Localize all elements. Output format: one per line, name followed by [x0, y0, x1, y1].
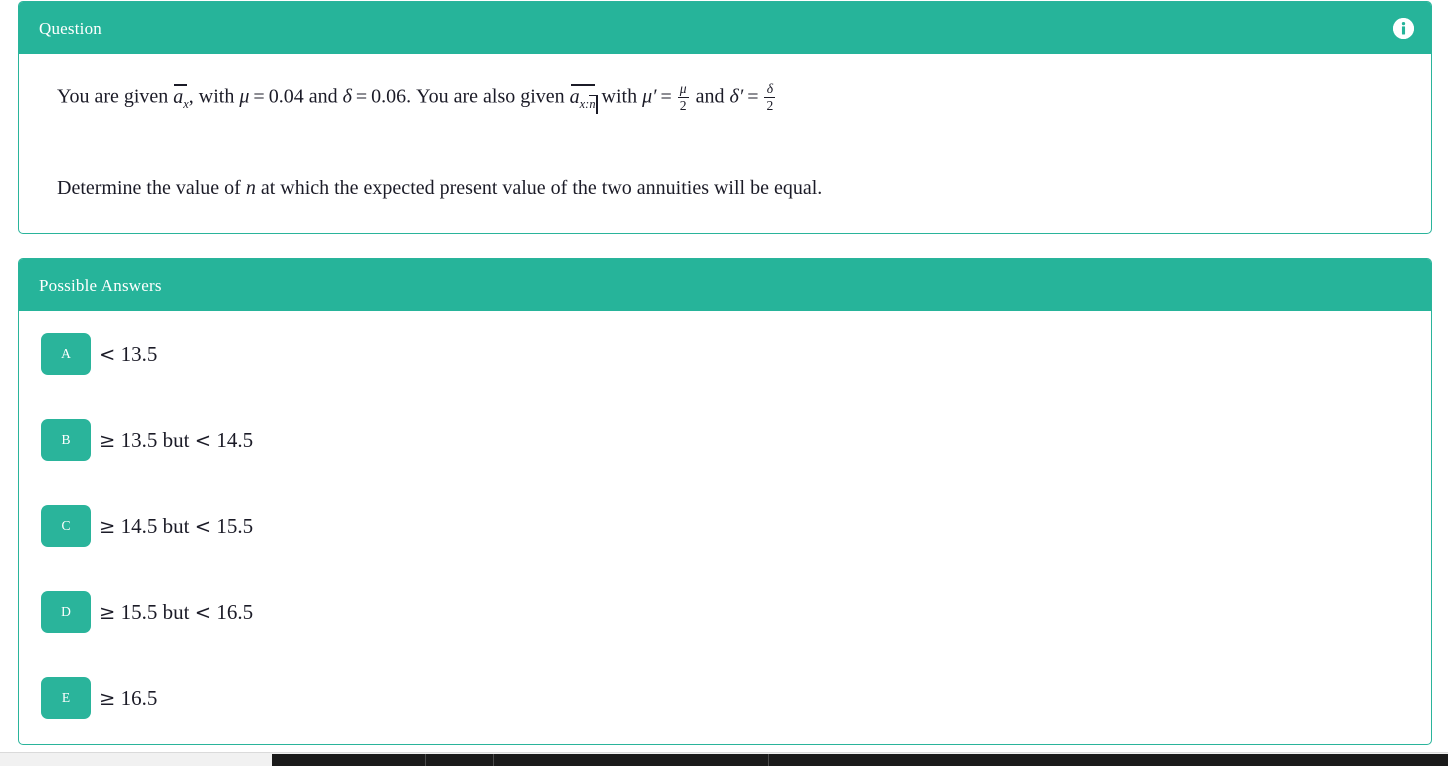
answer-conjunction-d: but	[162, 599, 190, 624]
q1-frac2-numerator: δ	[766, 81, 774, 96]
answer-badge-d[interactable]: D	[41, 591, 91, 633]
q1-delta-value: 0.06	[371, 85, 407, 108]
question-card: Question You are given ax, with μ = 0.04 a…	[18, 1, 1432, 234]
answer-option-e[interactable]: E ≥ 16.5	[19, 672, 1431, 724]
answer-value-1-c: 14.5	[120, 513, 158, 538]
answer-relation-1-b: ≥	[99, 428, 116, 452]
question-card-body: You are given ax, with μ = 0.04 and δ = 0.06…	[19, 54, 1431, 202]
q1-a-subscript: x	[183, 96, 189, 111]
q1-delta-prime-symbol: δ′	[729, 85, 744, 108]
question-line-1: You are given ax, with μ = 0.04 and δ = 0.06…	[57, 81, 1393, 114]
possible-answers-title: Possible Answers	[39, 275, 162, 295]
q1-text-4: . You are also given	[406, 85, 570, 108]
answer-value-1-d: 15.5	[120, 599, 158, 624]
q1-text-2: , with	[188, 85, 240, 108]
answer-text-d: ≥ 15.5 but < 16.5	[99, 600, 253, 625]
answer-options-list: A < 13.5 B ≥ 13.5 but < 14.5 C ≥ 14.5 but < 1…	[19, 311, 1431, 724]
q1-a2-sub-n-angle: n	[589, 94, 598, 114]
q1-mu-prime-symbol: μ′	[642, 85, 657, 108]
q1-frac1-denominator: 2	[677, 97, 689, 113]
answer-value-2-b: 14.5	[216, 427, 254, 452]
info-circle-icon[interactable]	[1393, 17, 1414, 39]
q1-fraction-mu-over-2: μ2	[677, 81, 689, 114]
q1-equals-3: =	[660, 85, 672, 108]
q1-fraction-delta-over-2: δ2	[764, 81, 776, 114]
answer-value-2-d: 16.5	[216, 599, 254, 624]
possible-answers-header: Possible Answers	[19, 259, 1431, 311]
q1-equals-1: =	[253, 85, 265, 108]
answer-relation-2-d: <	[194, 600, 212, 624]
answer-badge-e[interactable]: E	[41, 677, 91, 719]
question-card-header: Question	[19, 2, 1431, 54]
answer-text-b: ≥ 13.5 but < 14.5	[99, 428, 253, 453]
q1-mu-symbol: μ	[239, 85, 250, 108]
q1-delta-symbol: δ	[342, 85, 352, 108]
answer-option-d[interactable]: D ≥ 15.5 but < 16.5	[19, 586, 1431, 638]
q1-mu-value: 0.04	[268, 85, 304, 108]
q1-frac2-denominator: 2	[764, 97, 776, 114]
answer-relation-2-b: <	[194, 428, 212, 452]
answer-text-e: ≥ 16.5	[99, 686, 157, 711]
answer-relation-1-a: <	[99, 342, 116, 366]
q1-a2-sub-n: n	[589, 96, 596, 111]
scrollbar-seam-1	[425, 754, 426, 766]
q1-text-3: and	[303, 85, 343, 108]
horizontal-scrollbar-thumb[interactable]	[272, 754, 1448, 766]
q1-a2-symbol: a	[569, 85, 580, 108]
answer-value-2-c: 15.5	[216, 513, 254, 538]
answer-relation-1-e: ≥	[99, 686, 116, 710]
q1-a2-subscript: x: n	[580, 94, 598, 114]
answer-text-c: ≥ 14.5 but < 15.5	[99, 514, 253, 539]
answer-badge-c[interactable]: C	[41, 505, 91, 547]
possible-answers-card: Possible Answers A < 13.5 B ≥ 13.5 but < 14…	[18, 258, 1432, 745]
annuity-a-bar-x: ax	[173, 84, 189, 113]
answer-value-1-a: 13.5	[120, 341, 158, 366]
answer-text-a: < 13.5	[99, 342, 157, 367]
answer-option-a[interactable]: A < 13.5	[19, 328, 1431, 380]
q1-text-6: and	[690, 85, 730, 108]
answer-conjunction-c: but	[162, 513, 190, 538]
question-line-2: Determine the value of n at which the ex…	[57, 175, 1393, 202]
q1-text-5: with	[596, 85, 643, 108]
answer-option-c[interactable]: C ≥ 14.5 but < 15.5	[19, 500, 1431, 552]
answer-conjunction-b: but	[162, 427, 190, 452]
answer-relation-1-c: ≥	[99, 514, 116, 538]
horizontal-scrollbar[interactable]	[0, 752, 1448, 766]
q1-frac1-numerator: μ	[679, 81, 687, 96]
possible-answers-body: A < 13.5 B ≥ 13.5 but < 14.5 C ≥ 14.5 but < 1…	[19, 311, 1431, 724]
q2-n-symbol: n	[245, 176, 256, 199]
page-root: Question You are given ax, with μ = 0.04 a…	[0, 0, 1448, 766]
q2-text-2: at which the expected present value of t…	[255, 176, 823, 199]
answer-badge-b[interactable]: B	[41, 419, 91, 461]
answer-badge-a[interactable]: A	[41, 333, 91, 375]
answer-value-1-e: 16.5	[120, 685, 158, 710]
answer-relation-1-d: ≥	[99, 600, 116, 624]
scrollbar-seam-2	[493, 754, 494, 766]
q1-a-symbol: a	[173, 85, 184, 108]
q1-text-1: You are given	[57, 85, 174, 108]
scrollbar-seam-3	[768, 754, 769, 766]
question-card-title: Question	[39, 18, 102, 38]
annuity-a-bar-x-n: ax: n	[569, 84, 598, 114]
q1-equals-4: =	[747, 85, 759, 108]
q2-text-1: Determine the value of	[57, 176, 246, 199]
answer-relation-2-c: <	[194, 514, 212, 538]
answer-option-b[interactable]: B ≥ 13.5 but < 14.5	[19, 414, 1431, 466]
answer-value-1-b: 13.5	[120, 427, 158, 452]
q1-equals-2: =	[355, 85, 368, 108]
